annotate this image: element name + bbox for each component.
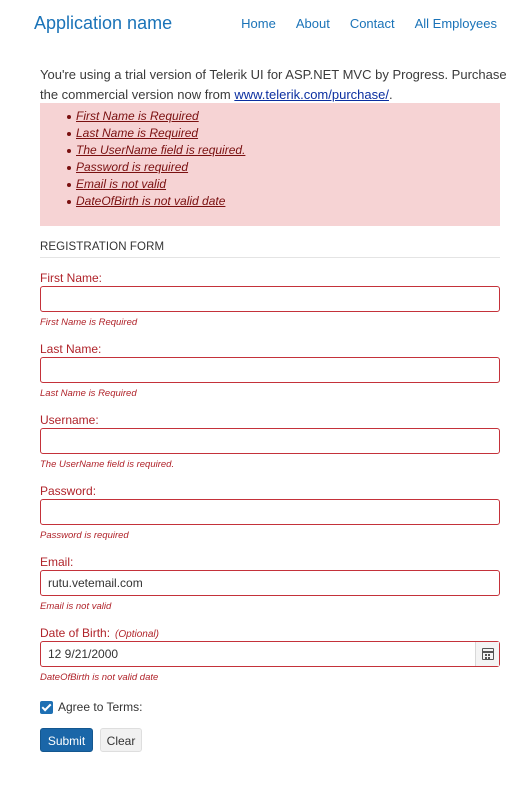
email-label: Email: (40, 555, 74, 569)
dob-label-row: Date of Birth: (Optional) (40, 626, 500, 641)
first-name-error: First Name is Required (40, 317, 138, 328)
calendar-icon (482, 648, 494, 660)
app-brand[interactable]: Application name (34, 13, 172, 34)
summary-error-item[interactable]: First Name is Required (67, 108, 500, 125)
last-name-input[interactable] (40, 357, 500, 383)
first-name-input[interactable] (40, 286, 500, 312)
clear-button[interactable]: Clear (100, 728, 142, 752)
agree-terms-checkbox[interactable] (40, 700, 53, 714)
email-group: Email: rutu.vetemail.com Email is not va… (40, 555, 500, 613)
summary-error-item[interactable]: Password is required (67, 159, 500, 176)
nav-contact-link[interactable]: Contact (350, 16, 395, 31)
agree-terms-row: Agree to Terms: (40, 700, 142, 714)
first-name-group: First Name: First Name is Required (40, 271, 500, 329)
agree-terms-label[interactable]: Agree to Terms: (58, 700, 142, 714)
username-group: Username: The UserName field is required… (40, 413, 500, 471)
last-name-group: Last Name: Last Name is Required (40, 342, 500, 400)
summary-error-item[interactable]: Last Name is Required (67, 125, 500, 142)
nav-links: Home About Contact All Employees (221, 16, 497, 31)
first-name-label: First Name: (40, 271, 103, 285)
dob-error: DateOfBirth is not valid date (40, 672, 159, 683)
email-error: Email is not valid (40, 601, 112, 612)
submit-button[interactable]: Submit (40, 728, 93, 752)
nav-about-link[interactable]: About (296, 16, 330, 31)
purchase-link[interactable]: www.telerik.com/purchase/ (234, 87, 389, 102)
password-label: Password: (40, 484, 97, 498)
username-label: Username: (40, 413, 99, 427)
dob-optional-label: (Optional) (115, 629, 159, 640)
dob-group: Date of Birth: (Optional) 12 9/21/2000 Da… (40, 626, 500, 684)
summary-error-item[interactable]: Email is not valid (67, 176, 500, 193)
trial-notice: You're using a trial version of Telerik … (40, 65, 510, 105)
form-legend: REGISTRATION FORM (40, 241, 500, 258)
calendar-button[interactable] (475, 642, 499, 666)
summary-error-item[interactable]: DateOfBirth is not valid date (67, 193, 500, 210)
username-input[interactable] (40, 428, 500, 454)
last-name-label: Last Name: (40, 342, 102, 356)
dob-label: Date of Birth: (40, 626, 111, 640)
summary-error-item[interactable]: The UserName field is required. (67, 142, 500, 159)
username-error: The UserName field is required. (40, 459, 175, 470)
last-name-error: Last Name is Required (40, 388, 137, 399)
email-input[interactable]: rutu.vetemail.com (40, 570, 500, 596)
password-group: Password: Password is required (40, 484, 500, 542)
validation-summary: First Name is Required Last Name is Requ… (40, 103, 500, 226)
password-input[interactable] (40, 499, 500, 525)
dob-datepicker[interactable]: 12 9/21/2000 (40, 641, 500, 667)
dob-input-value[interactable]: 12 9/21/2000 (48, 647, 118, 661)
navbar: Application name Home About Contact All … (0, 0, 522, 50)
nav-home-link[interactable]: Home (241, 16, 276, 31)
trial-suffix: . (388, 87, 393, 102)
password-error: Password is required (40, 530, 129, 541)
nav-all-employees-link[interactable]: All Employees (415, 16, 497, 31)
